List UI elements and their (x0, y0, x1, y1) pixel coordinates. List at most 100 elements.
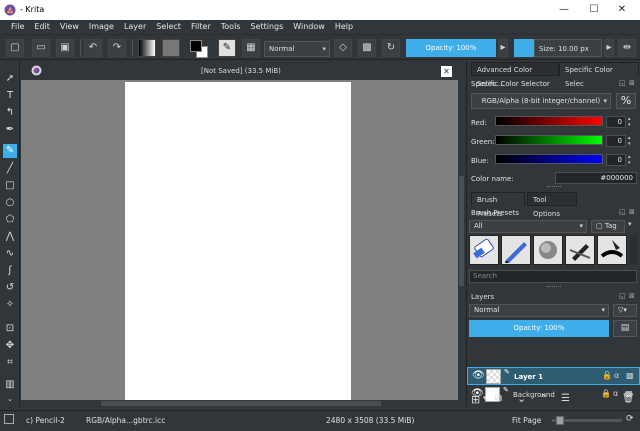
chevron-down-icon[interactable]: ▾ (628, 220, 632, 228)
line-tool-icon[interactable]: ╱ (3, 162, 17, 176)
move-layer-down-icon[interactable]: ⌄ (517, 392, 526, 405)
edit-shapes-icon[interactable]: ↰ (3, 106, 17, 120)
resize-handle[interactable] (547, 286, 561, 288)
menu-help[interactable]: Help (330, 20, 358, 34)
redo-icon[interactable]: ↷ (108, 39, 126, 57)
maximize-button[interactable]: ☐ (584, 2, 604, 18)
zoom-slider-handle[interactable] (556, 416, 564, 425)
polyline-tool-icon[interactable]: ⋀ (3, 230, 17, 244)
eraser-mode-icon[interactable]: ◇ (334, 39, 352, 57)
dynamic-brush-icon[interactable]: ↺ (3, 281, 17, 295)
red-value-field[interactable]: 0 (606, 116, 626, 128)
float-panel-icon[interactable]: ◱ (619, 292, 626, 300)
minimize-button[interactable]: — (554, 2, 574, 18)
zoom-slider[interactable] (552, 416, 622, 425)
layer-opacity-slider[interactable]: Opacity: 100% (469, 320, 609, 337)
green-slider[interactable] (495, 135, 603, 145)
tab-specific-color-selector[interactable]: Specific Color Selec (559, 62, 639, 88)
duplicate-layer-icon[interactable]: ⧉ (495, 393, 502, 404)
menu-layer[interactable]: Layer (119, 20, 151, 34)
close-panel-icon[interactable]: ⊠ (629, 208, 635, 216)
tab-brush-presets[interactable]: Brush Presets (471, 192, 525, 218)
undo-icon[interactable]: ↶ (84, 39, 102, 57)
document-paper[interactable] (125, 82, 351, 400)
close-panel-icon[interactable]: ⊠ (629, 292, 635, 300)
tab-tool-options[interactable]: Tool Options (527, 192, 577, 218)
brush-preset-pen-icon[interactable] (501, 235, 531, 265)
red-slider[interactable] (495, 116, 603, 126)
size-slider-fill[interactable] (514, 39, 534, 57)
brush-search-input[interactable]: Search (469, 270, 637, 283)
select-shapes-icon[interactable]: ➚ (3, 72, 17, 86)
menu-window[interactable]: Window (288, 20, 330, 34)
blend-mode-dropdown[interactable]: Normal ▾ (264, 41, 330, 57)
horizontal-scrollbar[interactable] (21, 400, 458, 407)
eye-icon[interactable]: 👁 (472, 370, 485, 381)
percent-toggle-button[interactable]: % (616, 93, 636, 109)
scrollbar-thumb[interactable] (101, 401, 381, 406)
layer-name[interactable]: Layer 1 (514, 373, 543, 381)
menu-image[interactable]: Image (84, 20, 119, 34)
ellipse-tool-icon[interactable]: ○ (3, 196, 17, 210)
preserve-alpha-icon[interactable]: ▩ (358, 39, 376, 57)
float-panel-icon[interactable]: ◱ (619, 208, 626, 216)
size-spin-icon[interactable]: ▸ (604, 39, 614, 57)
brush-preset-airbrush-icon[interactable] (533, 235, 563, 265)
scrollbar-thumb[interactable] (459, 176, 464, 286)
float-panel-icon[interactable]: ◱ (619, 79, 626, 87)
open-document-icon[interactable]: ▭ (32, 39, 50, 57)
menu-select[interactable]: Select (151, 20, 186, 34)
menu-settings[interactable]: Settings (245, 20, 288, 34)
blue-slider[interactable] (495, 154, 603, 164)
layer-blend-dropdown[interactable]: Normal ▾ (469, 304, 609, 317)
close-panel-icon[interactable]: ⊠ (629, 79, 635, 87)
menu-filter[interactable]: Filter (186, 20, 216, 34)
brush-editor-icon[interactable]: ▦ (242, 39, 260, 57)
pattern-selector-icon[interactable] (162, 39, 180, 57)
menu-tools[interactable]: Tools (216, 20, 246, 34)
brush-tag-filter[interactable]: All ▾ (469, 220, 587, 233)
layer-settings-icon[interactable]: ☰ (561, 393, 570, 404)
move-tool-icon[interactable]: ✥ (3, 339, 17, 353)
delete-layer-icon[interactable]: 🗑 (622, 393, 635, 404)
rotation-icon[interactable]: ⟳ (626, 414, 634, 424)
brush-preset-pencil-icon[interactable] (565, 235, 595, 265)
save-icon[interactable]: ▣ (56, 39, 74, 57)
freehand-brush-icon[interactable]: ✎ (3, 144, 17, 158)
brush-preset-icon[interactable]: ✎ (218, 39, 236, 57)
alpha-lock-icon[interactable]: α (614, 371, 619, 380)
crop-tool-icon[interactable]: ⌗ (3, 356, 17, 370)
lock-icon[interactable]: 🔓 (602, 371, 612, 380)
fg-bg-color-icon[interactable] (190, 40, 210, 58)
layer-row[interactable]: 👁 ✎ Layer 1 🔓 α ▩ (467, 367, 640, 385)
tab-advanced-color-selector[interactable]: Advanced Color Selec... (471, 62, 559, 88)
blue-value-field[interactable]: 0 (606, 154, 626, 166)
resize-handle[interactable] (547, 186, 561, 188)
layer-properties-icon[interactable]: ▤ (613, 320, 637, 337)
size-slider[interactable]: Size: 10.00 px (534, 39, 602, 57)
opacity-slider[interactable]: Opacity: 100% (406, 39, 496, 57)
spin-arrows-icon[interactable]: ▴ ▾ (628, 135, 631, 147)
freehand-path-icon[interactable]: ʃ (3, 264, 17, 278)
text-tool-icon[interactable]: T (3, 89, 17, 103)
multibrush-icon[interactable]: ✧ (3, 298, 17, 312)
move-layer-up-icon[interactable]: ⌃ (539, 392, 548, 405)
color-name-field[interactable]: #000000 (555, 172, 637, 184)
new-document-icon[interactable]: ▢ (6, 39, 24, 57)
layer-filter-button[interactable]: ▽▾ (613, 304, 637, 317)
brush-preset-eraser-icon[interactable] (469, 235, 499, 265)
gradient-selector-icon[interactable] (138, 39, 156, 57)
brush-scrollbar[interactable] (630, 235, 638, 265)
transform-tool-icon[interactable]: ⊡ (3, 322, 17, 336)
reload-preset-icon[interactable]: ↻ (382, 39, 400, 57)
toolbox-more-icon[interactable]: ⌄ (3, 395, 17, 403)
add-layer-icon[interactable]: ⊞ (471, 393, 480, 406)
menu-view[interactable]: View (55, 20, 84, 34)
inherit-alpha-icon[interactable]: ▩ (626, 371, 634, 380)
opacity-spin-icon[interactable]: ▸ (498, 39, 508, 57)
gradient-tool-icon[interactable]: ▥ (3, 378, 17, 392)
rectangle-tool-icon[interactable]: □ (3, 179, 17, 193)
status-color-profile[interactable]: RGB/Alpha...gbtrc.icc (86, 416, 165, 425)
status-zoom[interactable]: Fit Page (512, 416, 541, 425)
polygon-tool-icon[interactable]: ⬠ (3, 213, 17, 227)
